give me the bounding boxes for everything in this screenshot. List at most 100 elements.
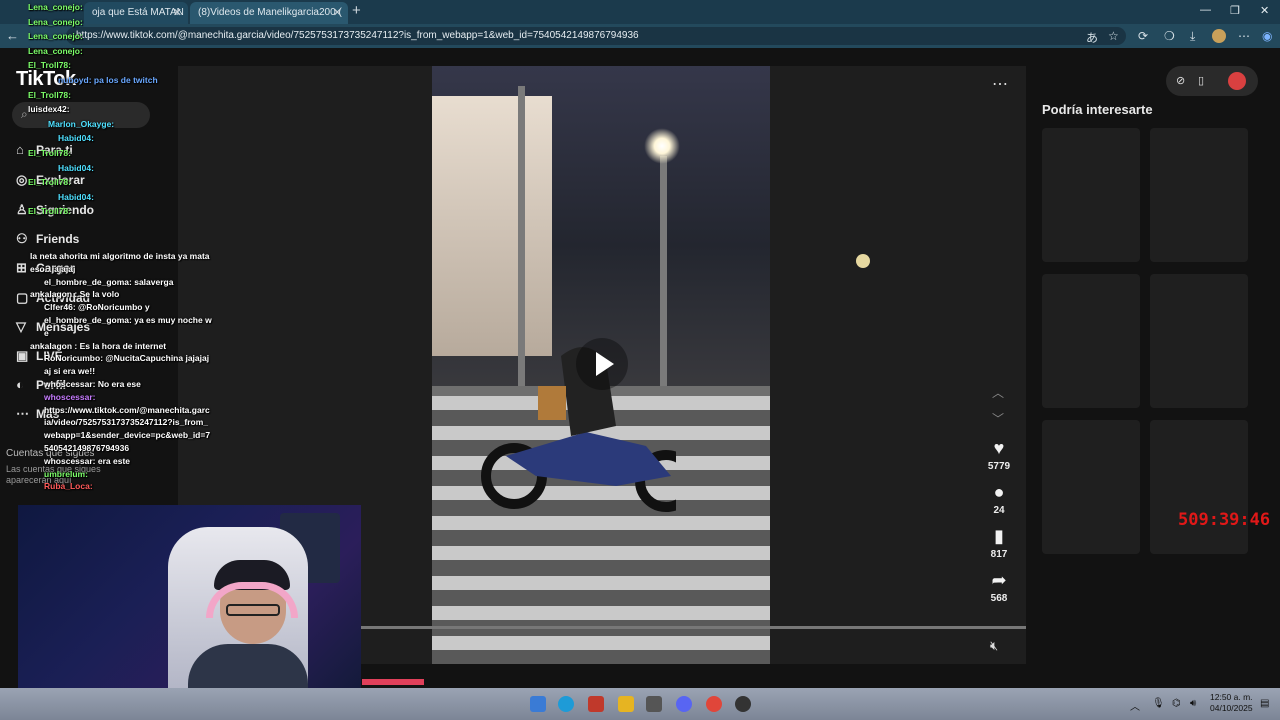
chat-line: Habid04: bbox=[58, 133, 94, 144]
coins-icon[interactable]: ⊘ bbox=[1176, 74, 1185, 87]
save-button[interactable]: ▮ 817 bbox=[984, 526, 1014, 560]
friends-icon: ⚇ bbox=[16, 231, 28, 246]
chat-line: El_Troll78: bbox=[28, 89, 71, 100]
user-avatar[interactable] bbox=[1228, 72, 1246, 90]
stream-chat-top: Lena_conejo: Lena_conejo: Lena_conejo: L… bbox=[28, 0, 218, 219]
extensions-icon[interactable]: ⟳ bbox=[1138, 29, 1148, 43]
url-field[interactable]: https://www.tiktok.com/@manechita.garcia… bbox=[66, 27, 1126, 45]
chat-line: Habid04: bbox=[58, 191, 94, 202]
chat-line: El_Troll78: bbox=[28, 60, 71, 71]
share-count: 568 bbox=[990, 593, 1008, 604]
like-button[interactable]: ♥ 5779 bbox=[984, 438, 1014, 472]
back-icon[interactable]: ← bbox=[6, 28, 19, 43]
start-icon[interactable] bbox=[530, 696, 546, 712]
recommended-thumbnail[interactable] bbox=[1150, 274, 1248, 408]
recommended-thumbnail[interactable] bbox=[1042, 274, 1140, 408]
downloads-icon[interactable]: ⤓ bbox=[1190, 29, 1195, 44]
popcorn-emote bbox=[856, 254, 870, 268]
video-streetlight bbox=[644, 128, 680, 164]
recommended-thumbnail[interactable] bbox=[1042, 420, 1140, 554]
glasses bbox=[226, 604, 280, 616]
chat-line: nuboyd: pa los de twitch bbox=[58, 74, 158, 85]
app-icon[interactable] bbox=[588, 696, 604, 712]
share-icon: ➦ bbox=[991, 570, 1007, 590]
mute-icon[interactable]: 🔇︎ bbox=[990, 638, 998, 654]
play-button[interactable] bbox=[576, 338, 628, 390]
webcam-overlay bbox=[18, 505, 361, 698]
recommended-panel: Podría interesarte bbox=[1042, 102, 1153, 117]
profile-avatar-icon[interactable] bbox=[1212, 29, 1226, 43]
chat-message: whoscessar: bbox=[44, 391, 96, 402]
chat-line: Marlon_Okayge: bbox=[48, 118, 115, 129]
clock-time: 12:50 a. m. bbox=[1210, 692, 1253, 702]
video-building bbox=[432, 96, 552, 356]
chat-message: Clfer46: @RoNoricumbo y bbox=[44, 302, 150, 313]
collections-icon[interactable]: ❍ bbox=[1164, 29, 1175, 43]
discord-icon[interactable] bbox=[676, 696, 692, 712]
chat-message: whoscessar: No era ese bbox=[44, 378, 141, 389]
save-count: 817 bbox=[990, 549, 1008, 560]
translate-icon[interactable]: あ bbox=[1086, 29, 1098, 46]
file-explorer-icon[interactable] bbox=[618, 696, 634, 712]
chat-message: whoscessar: era este bbox=[44, 455, 130, 466]
stream-timer: 509:39:46 bbox=[1178, 510, 1271, 530]
chat-message: https://www.tiktok.com/@manechita.garcia… bbox=[44, 404, 211, 453]
comment-icon: ● bbox=[993, 482, 1005, 502]
chrome-icon[interactable] bbox=[706, 696, 722, 712]
tray-chevron-icon[interactable]: ︿ bbox=[1130, 698, 1140, 713]
device-icon[interactable]: ▯ bbox=[1198, 74, 1204, 87]
share-button[interactable]: ➦ 568 bbox=[984, 570, 1014, 604]
chat-line: Lena_conejo: bbox=[28, 31, 83, 42]
clock-date: 04/10/2025 bbox=[1210, 703, 1253, 713]
like-count: 5779 bbox=[987, 461, 1011, 472]
heart-icon: ♥ bbox=[993, 438, 1005, 458]
close-window-button[interactable]: ✕ bbox=[1260, 4, 1269, 17]
more-options-icon[interactable]: ⋯ bbox=[992, 74, 1008, 94]
chat-message: ankalagon : Es la hora de internet bbox=[30, 340, 167, 351]
search-icon: ⌕ bbox=[21, 107, 28, 121]
chat-message: la neta ahorita mi algoritmo de insta ya… bbox=[30, 251, 210, 274]
close-tab-icon[interactable]: ✕ bbox=[333, 6, 342, 19]
chat-line: Lena_conejo: bbox=[28, 16, 83, 27]
system-clock[interactable]: 12:50 a. m. 04/10/2025 bbox=[1210, 692, 1253, 714]
recommended-thumbnail[interactable] bbox=[1042, 128, 1140, 262]
obs-icon[interactable] bbox=[735, 696, 751, 712]
app-icon[interactable] bbox=[646, 696, 662, 712]
video-motorcycle bbox=[481, 347, 676, 512]
chat-line: El_Troll78: bbox=[28, 177, 71, 188]
chat-line: El_Troll78: bbox=[28, 147, 71, 158]
notifications-icon[interactable]: ▤ bbox=[1260, 698, 1269, 709]
chat-line: Lena_conejo: bbox=[28, 2, 83, 12]
volume-icon[interactable]: 🔊︎ bbox=[1190, 698, 1196, 709]
recommended-thumbnail[interactable] bbox=[1150, 420, 1248, 554]
windows-taskbar: ︿ 🎙︎ ⌬ 🔊︎ 12:50 a. m. 04/10/2025 ▤ bbox=[0, 688, 1280, 720]
tab-title: (8)Videos de Manelikgarcia200 ( bbox=[198, 7, 342, 18]
chat-line: luisdex42: bbox=[28, 104, 70, 115]
chat-line: Lena_conejo: bbox=[28, 45, 83, 56]
menu-dots-icon[interactable]: ⋯ bbox=[1238, 29, 1250, 43]
microphone-icon[interactable]: 🎙︎ bbox=[1152, 698, 1165, 709]
alert-bar bbox=[362, 679, 424, 685]
favorite-star-icon[interactable]: ☆ bbox=[1108, 29, 1119, 43]
chat-message: ankalagon : Se la volo bbox=[30, 289, 120, 300]
copilot-icon[interactable]: ◉ bbox=[1262, 29, 1272, 43]
chat-line: El_Troll78: bbox=[28, 206, 71, 217]
minimize-button[interactable]: — bbox=[1200, 4, 1211, 16]
recommended-thumbnail[interactable] bbox=[1150, 128, 1248, 262]
maximize-button[interactable]: ❐ bbox=[1230, 4, 1240, 17]
previous-video-icon[interactable]: ︿ bbox=[992, 384, 1004, 401]
new-tab-button[interactable]: + bbox=[352, 2, 361, 19]
next-video-icon[interactable]: ﹀ bbox=[992, 410, 1004, 427]
stream-chat-bottom: la neta ahorita mi algoritmo de insta ya… bbox=[30, 250, 212, 493]
chat-message: RoNoricumbo: @NucitaCapuchina jajajajaj … bbox=[44, 353, 210, 377]
edge-icon[interactable] bbox=[558, 696, 574, 712]
comment-button[interactable]: ● 24 bbox=[984, 482, 1014, 516]
chat-message: el_hombre_de_goma: ya es muy noche we bbox=[44, 314, 212, 338]
chat-message: el_hombre_de_goma: salaverga bbox=[44, 276, 174, 287]
streamer bbox=[178, 560, 308, 698]
network-icon[interactable]: ⌬ bbox=[1172, 698, 1181, 709]
recommended-title: Podría interesarte bbox=[1042, 102, 1153, 117]
bookmark-icon: ▮ bbox=[994, 526, 1004, 546]
chat-message: Ruba_Loca: bbox=[44, 481, 93, 492]
chat-message: umbrelum: bbox=[44, 468, 88, 479]
